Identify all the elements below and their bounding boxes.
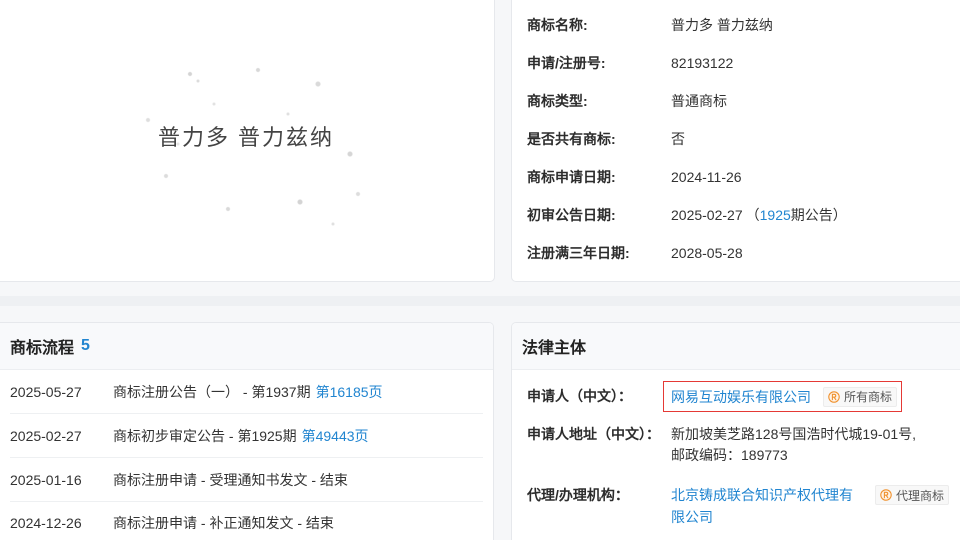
info-label: 商标类型: xyxy=(527,93,588,109)
info-label: 商标名称: xyxy=(527,17,588,33)
info-label: 是否共有商标: xyxy=(527,131,616,147)
process-date: 2024-12-26 xyxy=(10,515,82,531)
trademark-image-panel: 普力多 普力兹纳 xyxy=(0,0,495,282)
all-trademarks-badge[interactable]: 所有商标 xyxy=(823,386,898,407)
badge-label: 代理商标 xyxy=(896,488,945,503)
info-label: 初审公告日期: xyxy=(527,207,616,223)
process-description: 商标注册公告（一） - 第1937期 xyxy=(113,383,311,400)
registered-trademark-icon xyxy=(828,390,840,403)
info-row-registration-number: 申请/注册号: 82193122 xyxy=(527,44,847,82)
info-row-trademark-name: 商标名称: 普力多 普力兹纳 xyxy=(527,6,847,44)
trademark-process-panel: 商标流程 5 2025-05-27 商标注册公告（一） - 第1937期 第161… xyxy=(0,322,494,540)
process-row: 2024-12-26 商标注册申请 - 补正通知发文 - 结束 xyxy=(10,502,483,540)
agency-trademarks-badge[interactable]: 代理商标 xyxy=(875,485,950,505)
badge-label: 所有商标 xyxy=(844,390,893,404)
info-label: 注册满三年日期: xyxy=(527,245,630,261)
trademark-wordmark: 普力多 普力兹纳 xyxy=(157,125,335,150)
basic-info-list: 商标名称: 普力多 普力兹纳 申请/注册号: 82193122 商标类型: 普通… xyxy=(527,6,847,272)
agency-label: 代理/办理机构： xyxy=(527,487,629,503)
process-row: 2025-01-16 商标注册申请 - 受理通知书发文 - 结束 xyxy=(10,458,483,502)
address-value: 新加坡美芝路128号国浩时代城19-01号, 邮政编码：189773 xyxy=(671,424,916,466)
process-list: 2025-05-27 商标注册公告（一） - 第1937期 第16185页 20… xyxy=(0,370,493,540)
info-value: 2028-05-28 xyxy=(671,245,743,261)
process-page-link[interactable]: 第49443页 xyxy=(302,426,369,446)
process-description: 商标初步审定公告 - 第1925期 xyxy=(113,427,297,444)
applicant-address-row: 申请人地址（中文）： 新加坡美芝路128号国浩时代城19-01号, 邮政编码：1… xyxy=(527,424,960,466)
note-open: （ xyxy=(745,207,760,223)
info-row-three-year-date: 注册满三年日期: 2028-05-28 xyxy=(527,234,847,272)
address-line: 新加坡美芝路128号国浩时代城19-01号, xyxy=(671,426,917,442)
trademark-image[interactable]: 普力多 普力兹纳 xyxy=(118,44,374,234)
process-description: 商标注册申请 - 受理通知书发文 - 结束 xyxy=(113,471,348,488)
info-row-preliminary-publication-date: 初审公告日期: 2025-02-27 （1925期公告） xyxy=(527,196,847,234)
info-value: 2025-02-27 xyxy=(671,207,743,223)
agency-name-link[interactable]: 北京铸成联合知识产权代理有限公司 xyxy=(671,484,859,528)
publication-issue-link[interactable]: 1925 xyxy=(760,207,791,223)
note-close: 期公告） xyxy=(790,207,847,223)
process-count: 5 xyxy=(81,337,90,354)
applicant-highlight-box: 网易互动娱乐有限公司 所有商标 xyxy=(663,381,902,412)
process-row: 2025-02-27 商标初步审定公告 - 第1925期 第49443页 xyxy=(10,414,483,458)
info-row-shared-trademark: 是否共有商标: 否 xyxy=(527,120,847,158)
info-value: 82193122 xyxy=(671,55,734,71)
process-date: 2025-01-16 xyxy=(10,471,82,488)
legal-entity-panel: 法律主体 申请人（中文）： 网易互动娱乐有限公司 所有商标 申请人地址（中文）：… xyxy=(511,322,960,540)
info-value: 否 xyxy=(671,131,685,147)
info-label: 申请/注册号: xyxy=(527,55,606,71)
publication-issue-note: （1925期公告） xyxy=(746,205,847,225)
process-date: 2025-02-27 xyxy=(10,427,82,444)
applicant-label: 申请人（中文）： xyxy=(527,388,632,404)
basic-info-panel: 商标名称: 普力多 普力兹纳 申请/注册号: 82193122 商标类型: 普通… xyxy=(511,0,960,282)
info-row-application-date: 商标申请日期: 2024-11-26 xyxy=(527,158,847,196)
agency-row: 代理/办理机构： 北京铸成联合知识产权代理有限公司 代理商标 xyxy=(527,484,960,528)
applicant-row: 申请人（中文）： 网易互动娱乐有限公司 所有商标 xyxy=(527,381,960,412)
info-label: 商标申请日期: xyxy=(527,169,616,185)
process-header: 商标流程 5 xyxy=(0,323,493,370)
info-value: 普通商标 xyxy=(671,93,727,109)
process-description: 商标注册申请 - 补正通知发文 - 结束 xyxy=(113,515,334,531)
legal-header: 法律主体 xyxy=(512,323,960,370)
info-value: 普力多 普力兹纳 xyxy=(671,17,773,33)
process-row: 2025-05-27 商标注册公告（一） - 第1937期 第16185页 xyxy=(10,370,483,414)
process-title: 商标流程 xyxy=(10,340,75,357)
legal-title: 法律主体 xyxy=(522,340,587,357)
info-value: 2024-11-26 xyxy=(671,169,742,185)
info-row-trademark-type: 商标类型: 普通商标 xyxy=(527,82,847,120)
address-line: 邮政编码：189773 xyxy=(671,447,788,463)
registered-trademark-icon xyxy=(880,489,892,501)
process-page-link[interactable]: 第16185页 xyxy=(316,382,383,402)
section-divider xyxy=(0,296,960,306)
applicant-name-link[interactable]: 网易互动娱乐有限公司 xyxy=(671,387,811,407)
address-label: 申请人地址（中文）： xyxy=(527,426,660,442)
process-date: 2025-05-27 xyxy=(10,383,82,400)
